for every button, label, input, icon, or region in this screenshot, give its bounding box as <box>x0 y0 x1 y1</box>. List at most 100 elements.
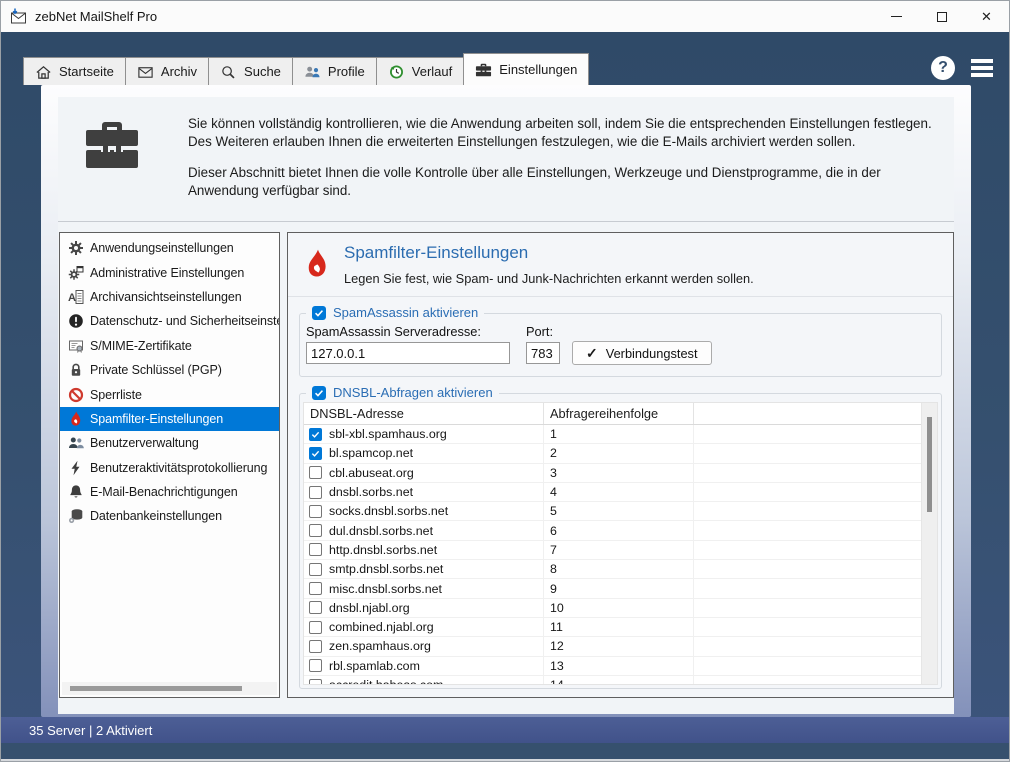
server-address-input[interactable] <box>306 342 510 364</box>
mail-icon <box>137 64 154 80</box>
sidebar-item[interactable]: Anwendungseinstellungen <box>60 236 279 260</box>
spamfilter-header: Spamfilter-Einstellungen Legen Sie fest,… <box>288 233 953 297</box>
sidebar-horizontal-scrollbar[interactable] <box>62 682 277 695</box>
table-row[interactable]: misc.dnsbl.sorbs.net9 <box>304 579 937 598</box>
table-row[interactable]: dnsbl.njabl.org10 <box>304 599 937 618</box>
table-scrollbar-thumb[interactable] <box>927 417 932 512</box>
status-bar: 35 Server | 2 Aktiviert <box>1 717 1009 743</box>
help-button[interactable]: ? <box>931 56 955 80</box>
settings-category-list: Anwendungseinstellungen Administrative Ei… <box>59 232 280 698</box>
page-subtitle: Legen Sie fest, wie Spam- und Junk-Nachr… <box>344 271 754 286</box>
maximize-icon <box>937 12 947 22</box>
server-checkbox[interactable] <box>309 466 322 479</box>
tab-actions: ? <box>931 56 993 85</box>
intro-paragraph-1: Sie können vollständig kontrollieren, wi… <box>188 115 942 151</box>
close-button[interactable]: ✕ <box>964 1 1009 32</box>
dnsbl-enable-checkbox[interactable] <box>312 386 326 400</box>
intro-text: Sie können vollständig kontrollieren, wi… <box>188 109 942 200</box>
sidebar-item-label: Administrative Einstellungen <box>90 266 244 280</box>
tab-einstellungen[interactable]: Einstellungen <box>463 53 589 85</box>
column-header[interactable]: Abfragereihenfolge <box>544 403 694 424</box>
server-checkbox[interactable] <box>309 582 322 595</box>
page-title: Spamfilter-Einstellungen <box>344 243 528 263</box>
hamburger-menu-icon[interactable] <box>971 59 993 77</box>
server-checkbox[interactable] <box>309 601 322 614</box>
server-order: 4 <box>544 483 694 501</box>
sidebar-item-label: Sperrliste <box>90 388 142 402</box>
sidebar-item[interactable]: S/MIME-Zertifikate <box>60 334 279 358</box>
server-checkbox[interactable] <box>309 679 322 686</box>
sidebar-item[interactable]: E-Mail-Benachrichtigungen <box>60 480 279 504</box>
settings-panel-inner: Sie können vollständig kontrollieren, wi… <box>58 97 954 714</box>
port-input[interactable] <box>526 342 560 364</box>
tab-profile[interactable]: Profile <box>292 57 377 85</box>
sidebar-item[interactable]: Private Schlüssel (PGP) <box>60 358 279 382</box>
table-row[interactable]: sbl-xbl.spamhaus.org1 <box>304 425 937 444</box>
sidebar-item[interactable]: Administrative Einstellungen <box>60 260 279 284</box>
tab-archiv[interactable]: Archiv <box>125 57 209 85</box>
table-row[interactable]: http.dnsbl.sorbs.net7 <box>304 541 937 560</box>
server-address: accredit.habeas.com <box>329 678 443 685</box>
sidebar-item[interactable]: Spamfilter-Einstellungen <box>60 407 279 431</box>
server-checkbox[interactable] <box>309 659 322 672</box>
close-icon: ✕ <box>981 10 992 23</box>
server-checkbox[interactable] <box>309 543 322 556</box>
table-row[interactable]: smtp.dnsbl.sorbs.net8 <box>304 560 937 579</box>
server-checkbox[interactable] <box>309 640 322 653</box>
server-address: smtp.dnsbl.sorbs.net <box>329 562 443 576</box>
sidebar-item-label: E-Mail-Benachrichtigungen <box>90 485 238 499</box>
table-row[interactable]: bl.spamcop.net2 <box>304 444 937 463</box>
search-icon <box>220 64 237 80</box>
sidebar-item[interactable]: Sperrliste <box>60 382 279 406</box>
table-row[interactable]: zen.spamhaus.org12 <box>304 637 937 656</box>
connection-test-button[interactable]: ✓ Verbindungstest <box>572 341 712 365</box>
content-row: Anwendungseinstellungen Administrative Ei… <box>58 232 954 698</box>
server-address: zen.spamhaus.org <box>329 639 431 653</box>
archive-view-icon: A <box>67 288 84 305</box>
sidebar-item[interactable]: AArchivansichtseinstellungen <box>60 285 279 309</box>
server-checkbox[interactable] <box>309 428 322 441</box>
tab-startseite[interactable]: Startseite <box>23 57 126 85</box>
tab-suche[interactable]: Suche <box>208 57 293 85</box>
toolbox-icon <box>80 117 144 175</box>
server-checkbox[interactable] <box>309 621 322 634</box>
table-row[interactable]: rbl.spamlab.com13 <box>304 657 937 676</box>
table-row[interactable]: cbl.abuseat.org3 <box>304 464 937 483</box>
block-icon <box>67 386 84 403</box>
server-address: combined.njabl.org <box>329 620 434 634</box>
minimize-button[interactable] <box>874 1 919 32</box>
tab-verlauf[interactable]: Verlauf <box>376 57 464 85</box>
server-address: bl.spamcop.net <box>329 446 413 460</box>
server-checkbox[interactable] <box>309 563 322 576</box>
table-row[interactable]: combined.njabl.org11 <box>304 618 937 637</box>
sidebar-item-label: Spamfilter-Einstellungen <box>90 412 223 426</box>
table-row[interactable]: socks.dnsbl.sorbs.net5 <box>304 502 937 521</box>
app-window: zebNet MailShelf Pro ✕ StartseiteArchivS… <box>0 0 1010 762</box>
maximize-button[interactable] <box>919 1 964 32</box>
server-address: dnsbl.sorbs.net <box>329 485 413 499</box>
server-checkbox[interactable] <box>309 486 322 499</box>
table-vertical-scrollbar[interactable] <box>921 403 937 684</box>
flame-icon <box>67 410 84 427</box>
server-checkbox[interactable] <box>309 524 322 537</box>
server-checkbox[interactable] <box>309 505 322 518</box>
sidebar-item[interactable]: Datenbankeinstellungen <box>60 504 279 528</box>
server-order: 14 <box>544 676 694 685</box>
server-checkbox[interactable] <box>309 447 322 460</box>
sidebar-item[interactable]: Datenschutz- und Sicherheitseinstellunge… <box>60 309 279 333</box>
spamassassin-enable-checkbox[interactable] <box>312 306 326 320</box>
column-header[interactable]: DNSBL-Adresse <box>304 403 544 424</box>
table-row[interactable]: accredit.habeas.com 14 <box>304 676 937 685</box>
sidebar-item[interactable]: Benutzerverwaltung <box>60 431 279 455</box>
table-row[interactable]: dnsbl.sorbs.net 4 <box>304 483 937 502</box>
settings-panel: Sie können vollständig kontrollieren, wi… <box>41 85 971 717</box>
dnsbl-enable-row: DNSBL-Abfragen aktivieren <box>306 385 499 400</box>
server-address: dnsbl.njabl.org <box>329 601 410 615</box>
intro-divider <box>58 221 954 222</box>
window-title: zebNet MailShelf Pro <box>35 9 157 24</box>
sidebar-scrollbar-thumb[interactable] <box>70 686 242 691</box>
sidebar-item[interactable]: Benutzeraktivitätsprotokollierung <box>60 456 279 480</box>
column-header[interactable] <box>694 403 937 424</box>
spamassassin-group: SpamAssassin aktivieren SpamAssassin Ser… <box>299 313 942 377</box>
table-row[interactable]: dul.dnsbl.sorbs.net6 <box>304 521 937 540</box>
